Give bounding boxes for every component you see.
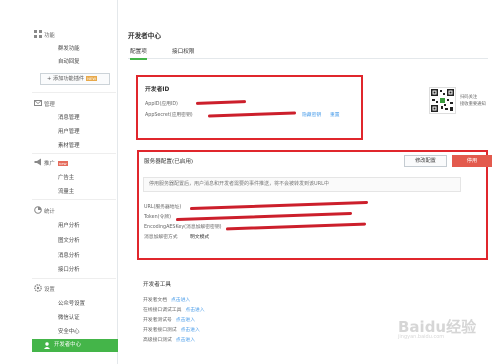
appid-label: AppID(应用ID) [145, 102, 178, 107]
encryption-mode-value: 明文模式 [190, 235, 210, 240]
sidebar-item-api-analysis[interactable]: 接口分析 [58, 265, 80, 273]
disable-notice: 停用服务器配置后，用户消息和开发者需要的事件推送，将不会被转发到该URL中 [143, 177, 461, 192]
tool-enter-link[interactable]: 点击进入 [181, 328, 200, 333]
tool-enter-link[interactable]: 点击进入 [171, 298, 190, 303]
chart-icon [34, 206, 42, 214]
page: 功能 群发功能 自动回复 + 添加功能插件 NEW 管理 消息管理 用户管理 素材… [0, 0, 500, 364]
new-badge: NEW [86, 76, 98, 81]
section-title-stats: 统计 [44, 209, 55, 215]
sidebar-item-publisher[interactable]: 流量主 [58, 187, 74, 195]
developer-id-panel [136, 75, 363, 140]
divider [32, 92, 116, 93]
token-label: Token(令牌) [144, 215, 171, 220]
page-title: 开发者中心 [128, 32, 161, 40]
sidebar-item-auto-reply[interactable]: 自动回复 [58, 57, 80, 65]
sidebar: 功能 群发功能 自动回复 + 添加功能插件 NEW 管理 消息管理 用户管理 素材… [0, 0, 118, 364]
envelope-icon [34, 100, 42, 106]
add-plugin-label: + 添加功能插件 [47, 76, 85, 82]
section-title-settings: 设置 [44, 287, 55, 293]
encryption-mode-label: 消息加解密方式 [144, 235, 178, 240]
new-badge: new [57, 161, 68, 166]
tool-row: 高级接口测试 点击进入 [143, 336, 195, 343]
modify-config-button[interactable]: 修改配置 [404, 155, 447, 167]
tool-label: 开发者测试号 [143, 318, 172, 323]
developer-id-title: 开发者ID [145, 87, 170, 93]
sidebar-item-developer-center-label: 开发者中心 [54, 342, 81, 348]
sidebar-item-message-analysis[interactable]: 消息分析 [58, 251, 80, 259]
tool-row: 开发者文档 点击进入 [143, 296, 190, 303]
server-config-title: 服务器配置(已启用) [144, 159, 194, 165]
sidebar-item-developer-center[interactable]: 开发者中心 [32, 339, 118, 352]
sidebar-item-user-analysis[interactable]: 用户分析 [58, 221, 80, 229]
tool-enter-link[interactable]: 点击进入 [176, 338, 195, 343]
tool-label: 在线接口调试工具 [143, 308, 182, 313]
aes-key-label: EncodingAESKey(消息加解密密钥) [144, 225, 222, 230]
megaphone-icon [34, 158, 41, 166]
section-title-manage: 管理 [44, 102, 55, 108]
qr-code [429, 87, 456, 114]
disable-button[interactable]: 停用 [452, 155, 492, 167]
sidebar-item-account-settings[interactable]: 公众号设置 [58, 299, 85, 307]
sidebar-item-mass-send[interactable]: 群发功能 [58, 44, 80, 52]
url-label: URL(服务器地址) [144, 205, 182, 210]
tool-enter-link[interactable]: 点击进入 [176, 318, 195, 323]
sidebar-item-users[interactable]: 用户管理 [58, 127, 80, 135]
tool-row: 在线接口调试工具 点击进入 [143, 306, 205, 313]
user-icon [44, 342, 50, 349]
add-plugin-button[interactable]: + 添加功能插件 NEW [40, 73, 110, 85]
sidebar-item-security[interactable]: 安全中心 [58, 327, 80, 335]
tab-bar: 配置项 接口权限 [128, 45, 488, 60]
grid-icon [34, 30, 42, 38]
qr-caption-line1: 扫码关注 [460, 95, 478, 100]
sidebar-item-verification[interactable]: 微信认证 [58, 313, 80, 321]
watermark-url: jingyan.baidu.com [398, 334, 445, 340]
section-title-features: 功能 [44, 33, 55, 39]
sidebar-item-messages[interactable]: 消息管理 [58, 113, 80, 121]
divider [32, 278, 116, 279]
qr-code-icon [431, 89, 454, 112]
hide-secret-link[interactable]: 隐藏密钥 [302, 111, 321, 118]
divider [32, 199, 116, 200]
gear-icon [34, 284, 42, 292]
sidebar-item-materials[interactable]: 素材管理 [58, 141, 80, 149]
reset-secret-link[interactable]: 重置 [330, 111, 340, 118]
appsecret-label: AppSecret(应用密钥) [145, 113, 193, 118]
sidebar-item-article-analysis[interactable]: 图文分析 [58, 236, 80, 244]
tool-row: 开发者接口测试 点击进入 [143, 326, 200, 333]
tab-api-permissions[interactable]: 接口权限 [172, 47, 194, 55]
sidebar-item-advertiser[interactable]: 广告主 [58, 173, 74, 181]
qr-caption-line2: 接收重要通知 [460, 102, 486, 107]
tool-label: 开发者接口测试 [143, 328, 177, 333]
developer-tools-title: 开发者工具 [143, 282, 171, 288]
section-title-promotion-label: 推广 [44, 161, 55, 167]
tool-label: 高级接口测试 [143, 338, 172, 343]
divider [32, 153, 116, 154]
tool-row: 开发者测试号 点击进入 [143, 316, 195, 323]
main-content: 开发者中心 配置项 接口权限 开发者ID AppID(应用ID) AppSecr… [118, 0, 500, 364]
tab-config[interactable]: 配置项 [130, 47, 147, 60]
section-title-promotion: 推广 new [44, 159, 68, 167]
tool-enter-link[interactable]: 点击进入 [185, 308, 204, 313]
tool-label: 开发者文档 [143, 298, 167, 303]
